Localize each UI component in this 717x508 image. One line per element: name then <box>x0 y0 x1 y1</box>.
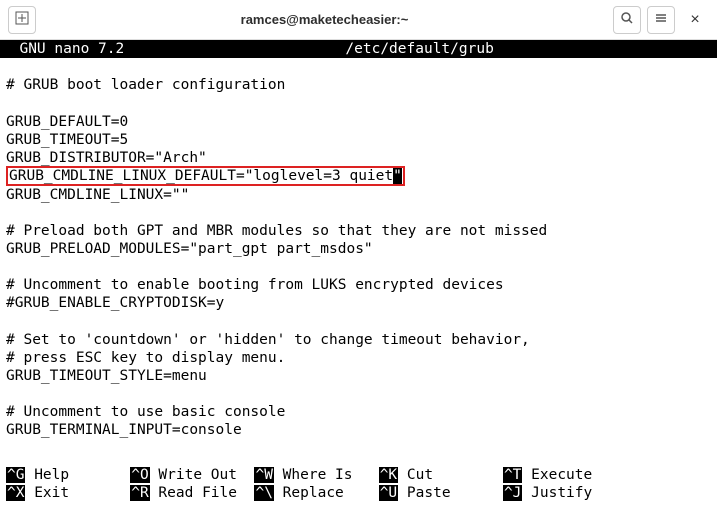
nano-shortcut-bar: ^G Help ^O Write Out ^W Where Is ^K Cut … <box>0 448 717 508</box>
editor-line: # Uncomment to enable booting from LUKS … <box>6 277 504 293</box>
header-spacer <box>124 40 345 58</box>
titlebar-right-controls: × <box>613 6 709 34</box>
shortcut-label-replace: Replace <box>274 485 379 501</box>
editor-line: GRUB_DISTRIBUTOR="Arch" <box>6 150 207 166</box>
editor-line: GRUB_TIMEOUT_STYLE=menu <box>6 368 207 384</box>
editor-line: # Preload both GPT and MBR modules so th… <box>6 223 547 239</box>
window-titlebar: ramces@maketecheasier:~ × <box>0 0 717 40</box>
editor-line: # Uncomment to use basic console <box>6 404 285 420</box>
header-spacer-2 <box>494 40 715 58</box>
nano-file-path: /etc/default/grub <box>345 40 493 58</box>
terminal-area[interactable]: GNU nano 7.2 /etc/default/grub # GRUB bo… <box>0 40 717 508</box>
hamburger-icon <box>654 11 668 28</box>
plus-icon <box>15 11 29 28</box>
shortcut-key-exit: ^X <box>6 485 25 501</box>
shortcut-key-replace: ^\ <box>254 485 273 501</box>
shortcut-label-execute: Execute <box>522 467 592 483</box>
search-icon <box>620 11 634 28</box>
nano-editor-body[interactable]: # GRUB boot loader configuration GRUB_DE… <box>0 58 717 439</box>
highlighted-text: GRUB_CMDLINE_LINUX_DEFAULT="loglevel=3 q… <box>9 168 393 184</box>
editor-line: GRUB_TIMEOUT=5 <box>6 132 128 148</box>
editor-line: GRUB_PRELOAD_MODULES="part_gpt part_msdo… <box>6 241 373 257</box>
shortcut-key-paste: ^U <box>379 485 398 501</box>
shortcut-label-justify: Justify <box>522 485 592 501</box>
shortcut-key-justify: ^J <box>503 485 522 501</box>
new-tab-button[interactable] <box>8 6 36 34</box>
shortcut-key-whereis: ^W <box>254 467 273 483</box>
editor-line: # Set to 'countdown' or 'hidden' to chan… <box>6 332 530 348</box>
menu-button[interactable] <box>647 6 675 34</box>
editor-line: # GRUB boot loader configuration <box>6 77 285 93</box>
editor-line: GRUB_CMDLINE_LINUX="" <box>6 187 189 203</box>
shortcut-label-cut: Cut <box>398 467 503 483</box>
nano-header: GNU nano 7.2 /etc/default/grub <box>0 40 717 58</box>
search-button[interactable] <box>613 6 641 34</box>
nano-app-name: GNU nano 7.2 <box>2 40 124 58</box>
close-icon: × <box>690 11 699 29</box>
window-title: ramces@maketecheasier:~ <box>36 12 613 27</box>
shortcut-label-help: Help <box>25 467 130 483</box>
editor-line: GRUB_TERMINAL_INPUT=console <box>6 422 242 438</box>
shortcut-key-writeout: ^O <box>130 467 149 483</box>
shortcut-key-help: ^G <box>6 467 25 483</box>
shortcut-key-cut: ^K <box>379 467 398 483</box>
highlighted-line: GRUB_CMDLINE_LINUX_DEFAULT="loglevel=3 q… <box>6 166 405 186</box>
editor-line: GRUB_DEFAULT=0 <box>6 114 128 130</box>
shortcut-label-exit: Exit <box>25 485 130 501</box>
shortcut-key-readfile: ^R <box>130 485 149 501</box>
shortcut-label-readfile: Read File <box>150 485 255 501</box>
editor-line: # press ESC key to display menu. <box>6 350 285 366</box>
shortcut-label-paste: Paste <box>398 485 503 501</box>
shortcut-label-writeout: Write Out <box>150 467 255 483</box>
shortcut-key-execute: ^T <box>503 467 522 483</box>
editor-line: #GRUB_ENABLE_CRYPTODISK=y <box>6 295 224 311</box>
close-button[interactable]: × <box>681 6 709 34</box>
shortcut-label-whereis: Where Is <box>274 467 379 483</box>
text-cursor: " <box>393 168 402 184</box>
